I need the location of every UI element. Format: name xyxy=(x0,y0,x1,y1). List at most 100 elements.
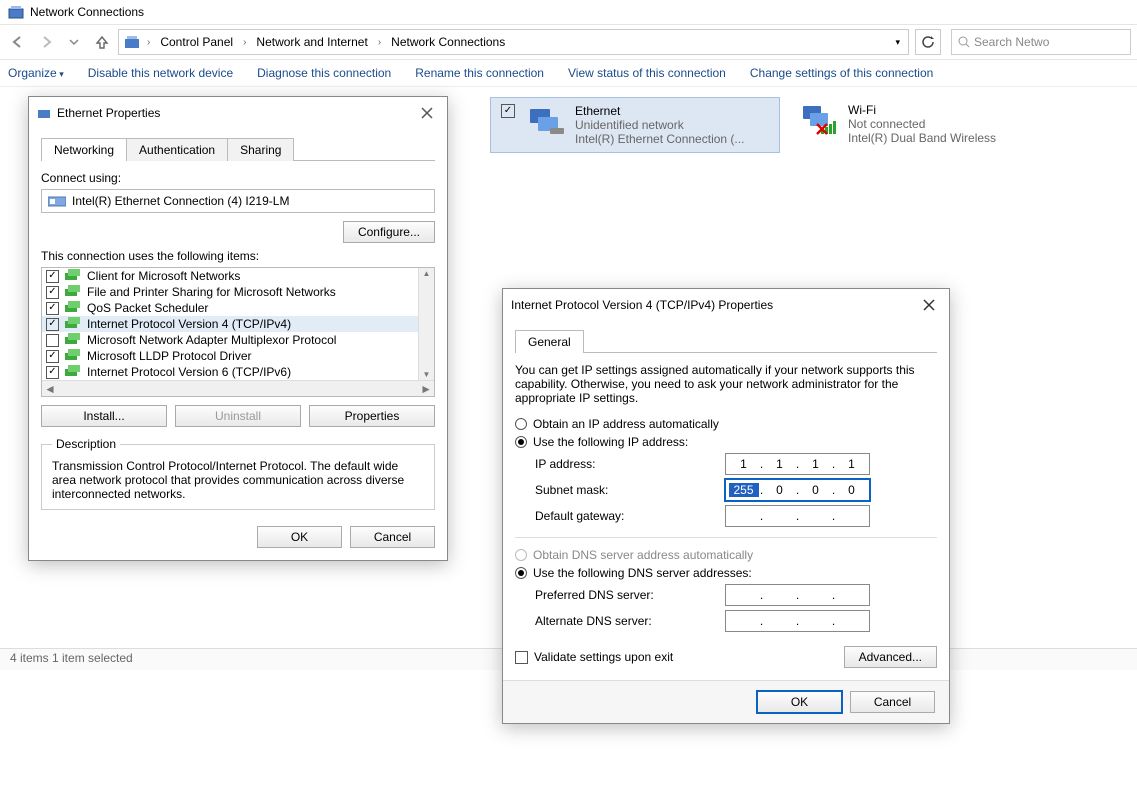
radio-icon xyxy=(515,567,527,579)
component-row[interactable]: ✓ Internet Protocol Version 6 (TCP/IPv6) xyxy=(42,364,434,380)
cancel-button[interactable]: Cancel xyxy=(350,526,435,548)
selection-checkbox[interactable]: ✓ xyxy=(501,104,515,118)
properties-button[interactable]: Properties xyxy=(309,405,435,427)
alternate-dns-field[interactable]: . . . xyxy=(725,610,870,632)
tab-authentication[interactable]: Authentication xyxy=(126,138,228,161)
checkbox-icon[interactable]: ✓ xyxy=(46,286,59,299)
tab-general[interactable]: General xyxy=(515,330,584,353)
tab-sharing[interactable]: Sharing xyxy=(227,138,294,161)
component-row[interactable]: ✓ Internet Protocol Version 4 (TCP/IPv4) xyxy=(42,316,434,332)
chevron-right-icon: › xyxy=(376,37,383,48)
uninstall-button[interactable]: Uninstall xyxy=(175,405,301,427)
breadcrumb-item[interactable]: Control Panel xyxy=(156,33,237,51)
connection-status: Not connected xyxy=(848,117,996,131)
connection-card-ethernet[interactable]: ✓ Ethernet Unidentified network Intel(R)… xyxy=(490,97,780,153)
nav-row: › Control Panel › Network and Internet ›… xyxy=(0,25,1137,60)
radio-icon xyxy=(515,418,527,430)
ip-address-field[interactable]: 1. 1. 1. 1 xyxy=(725,453,870,475)
ok-button[interactable]: OK xyxy=(257,526,342,548)
cancel-button[interactable]: Cancel xyxy=(850,691,935,713)
checkbox-icon[interactable]: ✓ xyxy=(46,270,59,283)
protocol-icon xyxy=(65,285,81,299)
protocol-icon xyxy=(65,301,81,315)
window-icon xyxy=(8,4,24,20)
component-row[interactable]: Microsoft Network Adapter Multiplexor Pr… xyxy=(42,332,434,348)
alternate-dns-label: Alternate DNS server: xyxy=(535,614,725,628)
description-text: Transmission Control Protocol/Internet P… xyxy=(52,459,424,501)
configure-button[interactable]: Configure... xyxy=(343,221,435,243)
back-button[interactable] xyxy=(6,30,30,54)
cmd-rename[interactable]: Rename this connection xyxy=(415,66,544,80)
tab-networking[interactable]: Networking xyxy=(41,138,127,161)
checkbox-icon[interactable]: ✓ xyxy=(46,302,59,315)
radio-label: Obtain an IP address automatically xyxy=(533,417,719,431)
search-input[interactable]: Search Netwo xyxy=(951,29,1131,55)
refresh-button[interactable] xyxy=(915,29,941,55)
search-placeholder: Search Netwo xyxy=(974,35,1049,49)
checkbox-icon[interactable]: ✓ xyxy=(46,350,59,363)
radio-label: Obtain DNS server address automatically xyxy=(533,548,753,562)
connection-name: Wi-Fi xyxy=(848,103,996,117)
cmd-change[interactable]: Change settings of this connection xyxy=(750,66,933,80)
close-icon xyxy=(923,299,935,311)
subnet-mask-field[interactable]: 255. 0. 0. 0 xyxy=(725,479,870,501)
close-button[interactable] xyxy=(415,103,439,123)
recent-button[interactable] xyxy=(62,30,86,54)
wifi-icon xyxy=(800,103,840,137)
dialog-title: Internet Protocol Version 4 (TCP/IPv4) P… xyxy=(511,298,773,312)
preferred-dns-field[interactable]: . . . xyxy=(725,584,870,606)
gateway-label: Default gateway: xyxy=(535,509,725,523)
component-label: Internet Protocol Version 6 (TCP/IPv6) xyxy=(87,365,291,379)
breadcrumb-item[interactable]: Network and Internet xyxy=(252,33,371,51)
radio-label: Use the following IP address: xyxy=(533,435,688,449)
ethernet-icon xyxy=(37,106,51,120)
radio-icon xyxy=(515,549,527,561)
checkbox-icon[interactable] xyxy=(46,334,59,347)
checkbox-icon[interactable]: ✓ xyxy=(46,318,59,331)
component-row[interactable]: ✓ Client for Microsoft Networks xyxy=(42,268,434,284)
cmd-disable[interactable]: Disable this network device xyxy=(88,66,233,80)
preferred-dns-label: Preferred DNS server: xyxy=(535,588,725,602)
radio-manual-dns[interactable]: Use the following DNS server addresses: xyxy=(515,566,937,580)
protocol-icon xyxy=(65,333,81,347)
breadcrumb-icon xyxy=(123,33,141,51)
adapter-box[interactable]: Intel(R) Ethernet Connection (4) I219-LM xyxy=(41,189,435,213)
scrollbar-horizontal[interactable]: ◄► xyxy=(42,380,434,396)
connection-card-wifi[interactable]: Wi-Fi Not connected Intel(R) Dual Band W… xyxy=(790,97,1080,153)
forward-button[interactable] xyxy=(34,30,58,54)
adapter-name: Intel(R) Ethernet Connection (4) I219-LM xyxy=(72,194,289,208)
connect-using-label: Connect using: xyxy=(41,171,435,185)
component-label: Microsoft Network Adapter Multiplexor Pr… xyxy=(87,333,336,347)
chevron-down-icon[interactable]: ▾ xyxy=(895,37,900,48)
component-row[interactable]: ✓QoS Packet Scheduler xyxy=(42,300,434,316)
components-list[interactable]: ✓ Client for Microsoft Networks✓File and … xyxy=(41,267,435,397)
up-button[interactable] xyxy=(90,30,114,54)
component-label: Client for Microsoft Networks xyxy=(87,269,240,283)
advanced-button[interactable]: Advanced... xyxy=(844,646,937,668)
checkbox-icon[interactable]: ✓ xyxy=(46,366,59,379)
cmd-status[interactable]: View status of this connection xyxy=(568,66,726,80)
ethernet-icon xyxy=(527,104,567,138)
cmd-organize[interactable]: Organize xyxy=(8,66,64,80)
cmd-diagnose[interactable]: Diagnose this connection xyxy=(257,66,391,80)
radio-manual-ip[interactable]: Use the following IP address: xyxy=(515,435,937,449)
radio-auto-ip[interactable]: Obtain an IP address automatically xyxy=(515,417,937,431)
scrollbar-vertical[interactable] xyxy=(418,268,434,380)
description-label: Description xyxy=(52,437,120,451)
close-button[interactable] xyxy=(917,295,941,315)
breadcrumb[interactable]: › Control Panel › Network and Internet ›… xyxy=(118,29,909,55)
ok-button[interactable]: OK xyxy=(757,691,842,713)
ethernet-properties-dialog: Ethernet Properties Networking Authentic… xyxy=(28,96,448,561)
ipv4-intro-text: You can get IP settings assigned automat… xyxy=(515,363,937,405)
validate-checkbox[interactable]: Validate settings upon exit xyxy=(515,650,673,664)
component-row[interactable]: ✓Microsoft LLDP Protocol Driver xyxy=(42,348,434,364)
component-row[interactable]: ✓File and Printer Sharing for Microsoft … xyxy=(42,284,434,300)
install-button[interactable]: Install... xyxy=(41,405,167,427)
status-text: 4 items 1 item selected xyxy=(10,651,133,665)
component-label: Internet Protocol Version 4 (TCP/IPv4) xyxy=(87,317,291,331)
breadcrumb-item[interactable]: Network Connections xyxy=(387,33,509,51)
dialog-tabs: Networking Authentication Sharing xyxy=(41,137,435,161)
window-title: Network Connections xyxy=(30,5,144,19)
gateway-field[interactable]: . . . xyxy=(725,505,870,527)
titlebar: Network Connections xyxy=(0,0,1137,25)
